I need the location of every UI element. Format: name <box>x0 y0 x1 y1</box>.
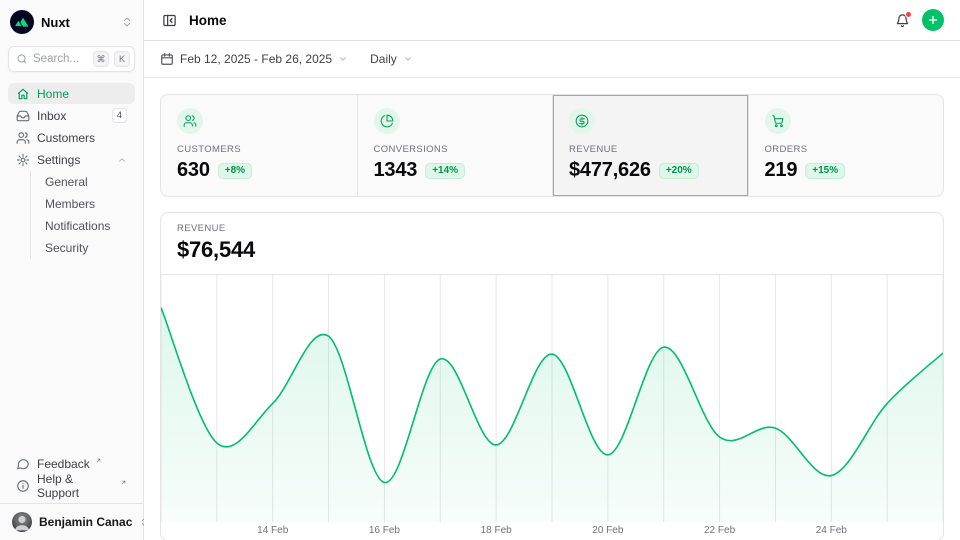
sidebar-item-customers[interactable]: Customers <box>8 127 135 148</box>
page-header: Home <box>144 0 960 41</box>
page-title: Home <box>189 13 227 28</box>
kbd-cmd: ⌘ <box>93 51 109 67</box>
users-icon <box>16 131 30 145</box>
stat-value: 1343 <box>374 159 418 182</box>
sub-item-label: Security <box>45 241 88 255</box>
search-icon <box>16 53 28 65</box>
x-axis-label: 24 Feb <box>816 525 847 536</box>
sidebar-item-members[interactable]: Members <box>41 193 135 215</box>
cart-icon <box>765 108 791 134</box>
sidebar-item-general[interactable]: General <box>41 171 135 193</box>
sidebar-item-inbox[interactable]: Inbox 4 <box>8 105 135 126</box>
x-axis: 14 Feb 16 Feb 18 Feb 20 Feb 22 Feb 24 Feb <box>161 522 943 540</box>
notifications-button[interactable] <box>893 11 912 30</box>
pie-chart-icon <box>374 108 400 134</box>
sidebar-spacer <box>8 259 135 453</box>
sidebar-item-settings[interactable]: Settings <box>8 149 135 170</box>
x-axis-label: 18 Feb <box>481 525 512 536</box>
info-circle-icon <box>16 479 30 493</box>
revenue-chart[interactable] <box>161 275 943 522</box>
stat-label: ORDERS <box>765 144 928 155</box>
kbd-k: K <box>114 51 130 67</box>
revenue-chart-panel: REVENUE $76,544 14 Feb 16 Feb 18 Feb 20 Feb… <box>160 212 944 540</box>
external-link-icon <box>120 479 127 486</box>
nuxt-logo-icon <box>10 10 34 34</box>
stat-value: 630 <box>177 159 210 182</box>
stat-value: 219 <box>765 159 798 182</box>
notification-dot <box>905 11 912 18</box>
chevron-down-icon <box>403 54 413 64</box>
sub-item-label: Members <box>45 197 95 211</box>
chevron-up-down-icon <box>121 16 133 28</box>
toolbar: Feb 12, 2025 - Feb 26, 2025 Daily <box>144 41 960 78</box>
stat-card-orders[interactable]: ORDERS 219 +15% <box>748 95 944 196</box>
panel-left-close-icon <box>162 13 177 28</box>
header-actions <box>893 9 944 31</box>
collapse-sidebar-button[interactable] <box>160 11 179 30</box>
circle-dollar-icon <box>569 108 595 134</box>
x-axis-label: 16 Feb <box>369 525 400 536</box>
calendar-icon <box>160 52 174 66</box>
foot-item-label: Help & Support <box>37 472 115 500</box>
delta-badge: +15% <box>805 163 845 179</box>
user-menu[interactable]: Benjamin Canac <box>8 504 135 532</box>
search-field[interactable] <box>33 53 88 65</box>
chart-value: $76,544 <box>177 237 927 263</box>
granularity-label: Daily <box>370 52 397 66</box>
x-axis-label: 20 Feb <box>592 525 623 536</box>
sidebar-item-home[interactable]: Home <box>8 83 135 104</box>
x-axis-label: 14 Feb <box>257 525 288 536</box>
stat-card-customers[interactable]: CUSTOMERS 630 +8% <box>161 95 357 196</box>
inbox-count-badge: 4 <box>112 108 127 123</box>
stats-strip: CUSTOMERS 630 +8% CONVERSIONS 1343 +14% <box>160 94 944 197</box>
stat-label: REVENUE <box>569 144 732 155</box>
sub-item-label: General <box>45 175 88 189</box>
sidebar-item-help-support[interactable]: Help & Support <box>8 475 135 496</box>
gear-icon <box>16 153 30 167</box>
chevron-down-icon <box>338 54 348 64</box>
message-circle-icon <box>16 457 30 471</box>
users-icon <box>177 108 203 134</box>
stat-card-revenue[interactable]: REVENUE $477,626 +20% <box>552 95 748 196</box>
content: CUSTOMERS 630 +8% CONVERSIONS 1343 +14% <box>144 78 960 540</box>
x-axis-label: 22 Feb <box>704 525 735 536</box>
delta-badge: +14% <box>425 163 465 179</box>
sidebar-item-label: Settings <box>37 153 80 167</box>
foot-item-label: Feedback <box>37 457 90 471</box>
date-range-label: Feb 12, 2025 - Feb 26, 2025 <box>180 52 332 66</box>
stat-label: CUSTOMERS <box>177 144 341 155</box>
date-range-picker[interactable]: Feb 12, 2025 - Feb 26, 2025 <box>160 52 348 66</box>
sidebar-item-security[interactable]: Security <box>41 237 135 259</box>
settings-submenu: General Members Notifications Security <box>30 171 135 259</box>
avatar <box>12 512 32 532</box>
sidebar-nav: Home Inbox 4 Customers Settings <box>8 83 135 259</box>
sidebar-item-label: Customers <box>37 131 95 145</box>
home-icon <box>16 87 30 101</box>
chart-header: REVENUE $76,544 <box>161 213 943 274</box>
create-button[interactable] <box>922 9 944 31</box>
delta-badge: +8% <box>218 163 252 179</box>
chart-plot-area <box>161 275 943 522</box>
chevron-up-icon <box>117 155 127 165</box>
user-name: Benjamin Canac <box>39 515 132 529</box>
workspace-selector[interactable]: Nuxt <box>8 8 135 36</box>
sidebar-item-label: Inbox <box>37 109 66 123</box>
workspace-name: Nuxt <box>41 15 70 30</box>
stat-value: $477,626 <box>569 159 651 182</box>
main-area: Home Feb 12, 2025 - Feb 26, 2025 <box>144 0 960 540</box>
sidebar-item-label: Home <box>37 87 69 101</box>
inbox-icon <box>16 109 30 123</box>
plus-icon <box>927 14 939 26</box>
sidebar-item-notifications[interactable]: Notifications <box>41 215 135 237</box>
stat-card-conversions[interactable]: CONVERSIONS 1343 +14% <box>357 95 553 196</box>
external-link-icon <box>95 457 102 464</box>
stat-label: CONVERSIONS <box>374 144 537 155</box>
sub-item-label: Notifications <box>45 219 110 233</box>
delta-badge: +20% <box>659 163 699 179</box>
granularity-select[interactable]: Daily <box>370 52 413 66</box>
chart-label: REVENUE <box>177 223 927 234</box>
sidebar: Nuxt ⌘ K Home Inbox 4 <box>0 0 144 540</box>
search-input[interactable]: ⌘ K <box>8 46 135 72</box>
